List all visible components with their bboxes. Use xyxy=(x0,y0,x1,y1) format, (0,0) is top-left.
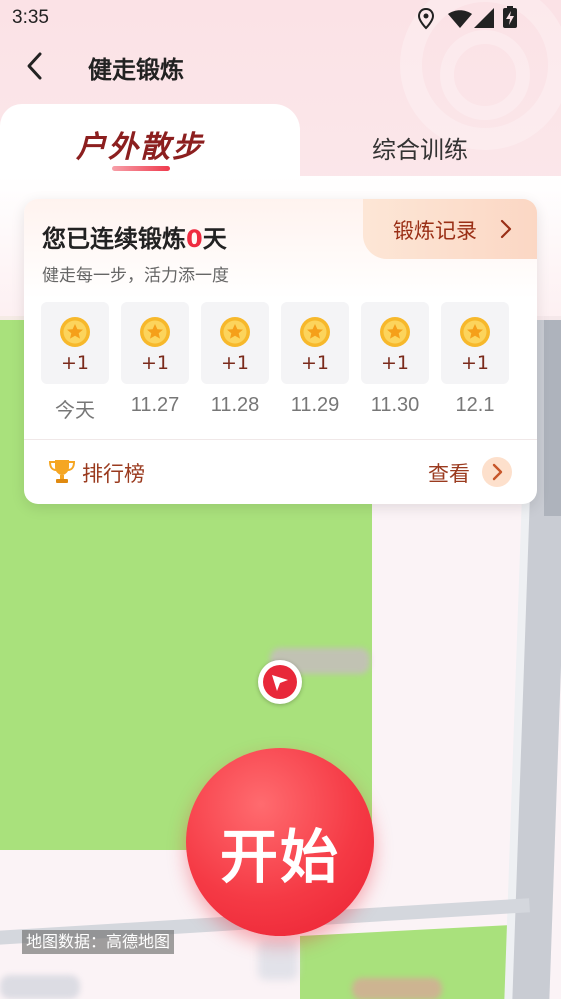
daily-reward-date: 12.1 xyxy=(455,394,495,416)
star-coin-icon xyxy=(60,317,90,347)
star-coin-icon xyxy=(460,317,490,347)
exercise-record-label: 锻炼记录 xyxy=(393,219,477,243)
map-credit: 地图数据：高德地图 xyxy=(22,930,175,954)
leaderboard-row[interactable]: 排行榜 查看 xyxy=(24,440,537,504)
back-arrow-icon xyxy=(27,52,42,80)
tab-outdoor-walk-label: 户外散步 xyxy=(76,130,204,165)
location-icon xyxy=(417,8,435,30)
streak-days-count: 0 xyxy=(186,225,203,253)
daily-reward-item: +1 11.27 xyxy=(121,302,189,417)
exercise-record-button[interactable]: 锻炼记录 xyxy=(363,199,537,259)
back-button[interactable] xyxy=(16,46,56,86)
star-coin-icon xyxy=(220,317,250,347)
daily-reward-amount: +1 xyxy=(140,352,169,374)
streak-title: 您已连续锻炼0天 xyxy=(42,219,227,254)
leaderboard-label: 排行榜 xyxy=(82,462,145,486)
status-time: 3:35 xyxy=(12,7,49,28)
daily-reward-item: +1 11.30 xyxy=(361,302,429,417)
daily-reward-date: 11.27 xyxy=(130,394,180,416)
map-road-side xyxy=(544,316,561,516)
daily-reward-amount: +1 xyxy=(60,352,89,374)
current-location-marker xyxy=(258,660,302,704)
daily-reward-tile: +1 xyxy=(121,302,189,384)
daily-reward-date: 11.30 xyxy=(370,394,420,416)
star-coin-icon xyxy=(380,317,410,347)
tab-comprehensive-training[interactable]: 综合训练 xyxy=(340,130,500,165)
streak-title-suffix: 天 xyxy=(202,225,227,253)
tab-bar: 户外散步 综合训练 xyxy=(0,104,561,178)
daily-reward-amount: +1 xyxy=(460,352,489,374)
streak-card: 您已连续锻炼0天 健走每一步，活力添一度 锻炼记录 +1 今天 +1 11.27 +1 1… xyxy=(24,199,537,504)
view-leaderboard-link[interactable]: 查看 xyxy=(428,458,470,488)
daily-reward-tile: +1 xyxy=(201,302,269,384)
streak-title-prefix: 您已连续锻炼 xyxy=(42,225,186,253)
daily-reward-tile: +1 xyxy=(441,302,509,384)
wifi-icon xyxy=(448,10,472,28)
map-poi-label xyxy=(352,978,442,999)
tab-outdoor-walk[interactable]: 户外散步 xyxy=(0,104,300,178)
daily-reward-item: +1 11.29 xyxy=(281,302,349,417)
daily-reward-date: 11.29 xyxy=(290,394,340,416)
battery-charging-icon xyxy=(503,6,517,28)
app-header: 健走锻炼 xyxy=(0,40,561,96)
view-leaderboard-arrow-button[interactable] xyxy=(482,457,512,487)
start-button[interactable]: 开始 xyxy=(186,748,374,936)
map-poi-label xyxy=(258,940,298,980)
daily-reward-tile: +1 xyxy=(41,302,109,384)
daily-reward-item: +1 12.1 xyxy=(441,302,509,417)
daily-reward-tile: +1 xyxy=(281,302,349,384)
status-bar: 3:35 xyxy=(0,0,561,40)
star-coin-icon xyxy=(140,317,170,347)
daily-reward-item: +1 11.28 xyxy=(201,302,269,417)
daily-reward-date: 今天 xyxy=(55,400,95,422)
start-button-label: 开始 xyxy=(219,823,340,891)
tab-active-indicator xyxy=(112,166,170,171)
daily-reward-amount: +1 xyxy=(300,352,329,374)
chevron-right-icon xyxy=(500,219,512,239)
star-coin-icon xyxy=(300,317,330,347)
daily-reward-date: 11.28 xyxy=(210,394,260,416)
page-title: 健走锻炼 xyxy=(88,56,184,84)
navigation-arrow-icon xyxy=(272,675,288,691)
daily-reward-amount: +1 xyxy=(380,352,409,374)
signal-icon xyxy=(474,8,494,28)
trophy-icon xyxy=(48,460,76,483)
map-poi-label xyxy=(0,975,80,999)
daily-reward-row: +1 今天 +1 11.27 +1 11.28 +1 11.29 +1 11.30 +1 12.1 xyxy=(41,302,521,422)
daily-reward-tile: +1 xyxy=(361,302,429,384)
chevron-right-icon xyxy=(492,463,503,481)
daily-reward-item: +1 今天 xyxy=(41,302,109,423)
daily-reward-amount: +1 xyxy=(220,352,249,374)
streak-subtitle: 健走每一步，活力添一度 xyxy=(42,266,229,286)
